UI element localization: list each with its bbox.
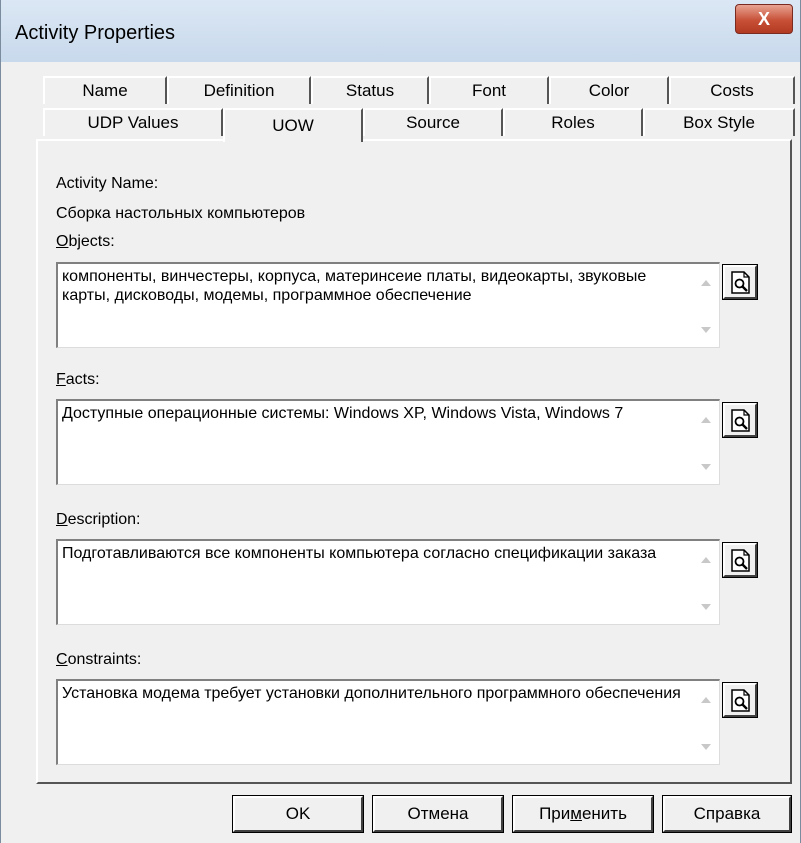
- facts-browse-button[interactable]: [722, 402, 758, 438]
- constraints-text: Установка модема требует установки допол…: [62, 685, 681, 702]
- activity-name-label: Activity Name:: [56, 175, 159, 192]
- help-button[interactable]: Справка: [662, 795, 792, 833]
- description-label-mnemonic: D: [56, 511, 68, 528]
- objects-browse-button[interactable]: [722, 264, 758, 300]
- constraints-label-rest: onstraints:: [67, 651, 142, 668]
- facts-text: Доступные операционные системы: Windows …: [62, 405, 624, 422]
- objects-scrollbar[interactable]: [695, 264, 719, 347]
- tab-row-back: Name Definition Status Font Color Costs: [43, 76, 795, 104]
- facts-label-mnemonic: F: [56, 371, 66, 388]
- scroll-down-icon[interactable]: [701, 464, 711, 470]
- objects-label: Objects:: [56, 233, 115, 251]
- constraints-label-mnemonic: C: [56, 651, 68, 668]
- title-bar: Activity Properties X: [1, 0, 800, 62]
- objects-text: компоненты, винчестеры, корпуса, материн…: [62, 268, 651, 304]
- facts-field[interactable]: Доступные операционные системы: Windows …: [56, 399, 720, 485]
- scroll-down-icon[interactable]: [701, 327, 711, 333]
- close-button[interactable]: X: [735, 4, 793, 34]
- tab-name[interactable]: Name: [43, 76, 167, 104]
- tab-definition[interactable]: Definition: [167, 76, 311, 104]
- document-magnifier-icon: [731, 549, 750, 572]
- objects-label-mnemonic: O: [56, 233, 69, 250]
- description-text: Подготавливаются все компоненты компьюте…: [62, 545, 657, 562]
- close-icon: X: [757, 8, 770, 29]
- description-label: Description:: [56, 511, 140, 529]
- tab-status[interactable]: Status: [311, 76, 429, 104]
- scroll-up-icon[interactable]: [701, 280, 711, 286]
- cancel-button[interactable]: Отмена: [372, 795, 504, 833]
- scroll-down-icon[interactable]: [701, 744, 711, 750]
- document-magnifier-icon: [731, 271, 750, 294]
- apply-button[interactable]: При м енить: [512, 795, 654, 833]
- apply-label-mnemonic: м: [570, 804, 582, 823]
- description-browse-button[interactable]: [722, 542, 758, 578]
- apply-label-post: енить: [581, 804, 627, 823]
- description-scrollbar[interactable]: [695, 541, 719, 624]
- tab-udp-values[interactable]: UDP Values: [43, 108, 223, 136]
- tab-costs[interactable]: Costs: [669, 76, 795, 104]
- facts-label: Facts:: [56, 371, 100, 389]
- ok-button[interactable]: OK: [232, 795, 364, 833]
- tab-uow[interactable]: UOW: [223, 108, 363, 142]
- uow-tab-panel: Activity Name: Сборка настольных компьют…: [36, 139, 792, 784]
- tab-source[interactable]: Source: [363, 108, 503, 136]
- window-title: Activity Properties: [15, 22, 176, 44]
- facts-scrollbar[interactable]: [695, 401, 719, 484]
- tab-font[interactable]: Font: [429, 76, 549, 104]
- document-magnifier-icon: [731, 689, 750, 712]
- description-field[interactable]: Подготавливаются все компоненты компьюте…: [56, 539, 720, 625]
- constraints-scrollbar[interactable]: [695, 681, 719, 764]
- scroll-up-icon[interactable]: [701, 557, 711, 563]
- tab-roles[interactable]: Roles: [503, 108, 643, 136]
- tab-color[interactable]: Color: [549, 76, 669, 104]
- apply-label-pre: При: [539, 804, 571, 823]
- constraints-browse-button[interactable]: [722, 682, 758, 718]
- scroll-up-icon[interactable]: [701, 417, 711, 423]
- document-magnifier-icon: [731, 409, 750, 432]
- activity-properties-dialog: Activity Properties X Name Definition St…: [0, 0, 801, 843]
- constraints-field[interactable]: Установка модема требует установки допол…: [56, 679, 720, 765]
- objects-label-rest: bjects:: [68, 233, 115, 250]
- scroll-up-icon[interactable]: [701, 697, 711, 703]
- tab-box-style[interactable]: Box Style: [643, 108, 795, 136]
- objects-field[interactable]: компоненты, винчестеры, корпуса, материн…: [56, 262, 720, 348]
- facts-label-rest: acts:: [65, 371, 100, 388]
- description-label-rest: escription:: [67, 511, 141, 528]
- scroll-down-icon[interactable]: [701, 604, 711, 610]
- activity-name-value: Сборка настольных компьютеров: [56, 205, 306, 222]
- tab-row-front: UDP Values UOW Source Roles Box Style: [43, 108, 795, 142]
- constraints-label: Constraints:: [56, 651, 141, 669]
